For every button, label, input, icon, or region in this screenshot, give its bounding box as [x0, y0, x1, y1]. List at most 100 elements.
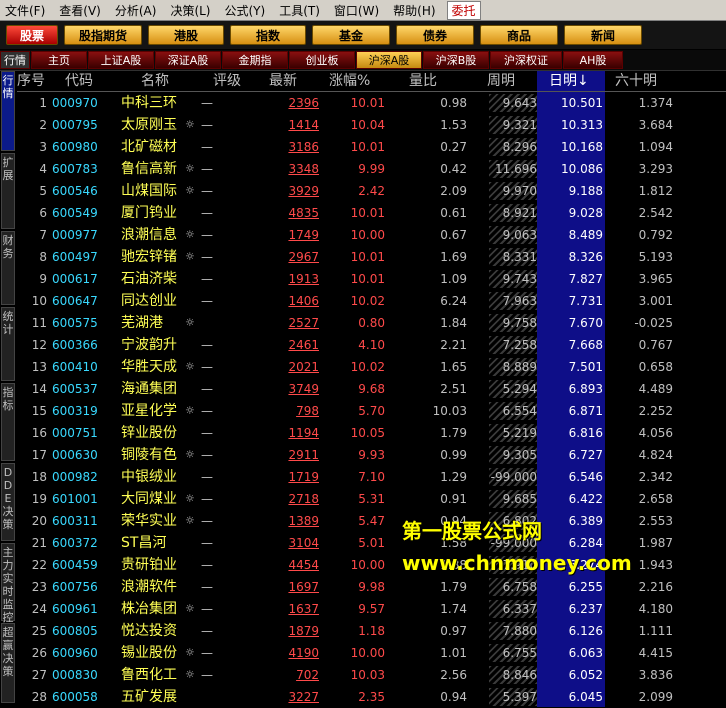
market-tab-6[interactable]: 沪深A股: [356, 51, 422, 69]
table-row[interactable]: 12 600366 宁波韵升 — 2461 4.10 2.21 7.258 7.668 0.767: [17, 334, 726, 356]
table-row[interactable]: 1 000970 中科三环 — 2396 10.01 0.98 9.643 10.501 1.37…: [17, 92, 726, 114]
table-row[interactable]: 5 600546 山煤国际 ☼ — 3929 2.42 2.09 9.970 9.188 1.812: [17, 180, 726, 202]
stock-name: 华胜天成: [121, 359, 177, 375]
category-button-6[interactable]: 商品: [480, 25, 558, 45]
menu-item-1[interactable]: 查看(V): [54, 2, 110, 19]
market-tab-5[interactable]: 创业板: [289, 51, 355, 69]
column-header-2[interactable]: 名称: [141, 71, 169, 91]
side-tab-1[interactable]: 扩展: [1, 153, 15, 229]
side-tab-4[interactable]: 指标: [1, 383, 15, 461]
side-tab-7[interactable]: 超赢决策: [1, 623, 15, 703]
row-index: 9: [39, 272, 47, 286]
column-header-7[interactable]: 周明: [487, 71, 515, 91]
table-row[interactable]: 10 600647 同达创业 — 1406 10.02 6.24 7.963 7.731 3.00…: [17, 290, 726, 312]
menu-item-0[interactable]: 文件(F): [0, 2, 54, 19]
market-tab-8[interactable]: 沪深权证: [490, 51, 562, 69]
category-button-1[interactable]: 股指期货: [64, 25, 142, 45]
change-percent: 9.98: [358, 580, 385, 594]
table-row[interactable]: 13 600410 华胜天成 ☼ — 2021 10.02 1.65 8.889 7.501 0.6…: [17, 356, 726, 378]
table-row[interactable]: 11 600575 芜湖港 ☼ 2527 0.80 1.84 9.758 7.670 -0.025: [17, 312, 726, 334]
category-button-4[interactable]: 基金: [312, 25, 390, 45]
table-row[interactable]: 3 600980 北矿磁材 — 3186 10.01 0.27 8.296 10.168 1.09…: [17, 136, 726, 158]
table-row[interactable]: 18 000982 中银绒业 — 1719 7.10 1.29 -99.000 6.546 2.3…: [17, 466, 726, 488]
table-row[interactable]: 26 600960 锡业股份 ☼ — 4190 10.00 1.01 6.755 6.063 4.4…: [17, 642, 726, 664]
rating: —: [201, 228, 213, 242]
table-row[interactable]: 25 600805 悦达投资 — 1879 1.18 0.97 7.880 6.126 1.111: [17, 620, 726, 642]
sixty-value: 1.094: [638, 140, 673, 154]
week-value: 9.643: [502, 96, 537, 110]
menu-item-4[interactable]: 公式(Y): [220, 2, 275, 19]
category-button-3[interactable]: 指数: [230, 25, 306, 45]
sixty-value: 1.111: [638, 624, 673, 638]
table-row[interactable]: 7 000977 浪潮信息 ☼ — 1749 10.00 0.67 9.063 8.489 0.79…: [17, 224, 726, 246]
market-tab-3[interactable]: 深证A股: [155, 51, 221, 69]
table-row[interactable]: 19 601001 大同煤业 ☼ — 2718 5.31 0.91 9.685 6.422 2.65…: [17, 488, 726, 510]
sixty-value: 1.812: [638, 184, 673, 198]
table-row[interactable]: 8 600497 驰宏锌锗 ☼ — 2967 10.01 1.69 8.331 8.326 5.19…: [17, 246, 726, 268]
row-index: 27: [31, 668, 47, 682]
star-mark: ☼: [185, 404, 195, 417]
table-row[interactable]: 20 600311 荣华实业 ☼ —1389 5.47 0.94 6.802 6.389 2.55…: [17, 510, 726, 532]
table-row[interactable]: 9 000617 石油济柴 — 1913 10.01 1.09 9.743 7.827 3.965: [17, 268, 726, 290]
table-row[interactable]: 16 000751 锌业股份 — 1194 10.05 1.79 5.219 6.816 4.05…: [17, 422, 726, 444]
stock-code: 600805: [52, 624, 98, 638]
menu-item-3[interactable]: 决策(L): [165, 2, 219, 19]
side-tab-2[interactable]: 财务: [1, 231, 15, 305]
market-tab-0[interactable]: 行情: [0, 51, 30, 69]
sixty-value: 3.684: [638, 118, 673, 132]
table-row[interactable]: 17 000630 铜陵有色 ☼ — 2911 9.93 0.99 9.305 6.727 4.82…: [17, 444, 726, 466]
rating: —: [201, 294, 213, 308]
rating: —: [201, 272, 213, 286]
rating: —: [201, 448, 213, 462]
table-row[interactable]: 24 600961 株冶集团 ☼ — 1637 9.57 1.74 6.337 6.237 4.18…: [17, 598, 726, 620]
market-tab-4[interactable]: 金期指: [222, 51, 288, 69]
week-value: 8.846: [502, 668, 537, 682]
column-header-8[interactable]: 日明↓: [549, 71, 589, 91]
table-row[interactable]: 23 600756 浪潮软件 — 1697 9.98 1.79 6.758 6.255 2.216: [17, 576, 726, 598]
table-row[interactable]: 14 600537 海通集团 — 3749 9.68 2.51 5.294 6.893 4.489: [17, 378, 726, 400]
table-row[interactable]: 2 000795 太原刚玉 ☼ — 1414 10.04 1.53 9.321 10.313 3.6…: [17, 114, 726, 136]
table-row[interactable]: 27 000830 鲁西化工 ☼ — 702 10.03 2.56 8.846 6.052 3.83…: [17, 664, 726, 686]
table-row[interactable]: 4 600783 鲁信高新 ☼ — 3348 9.99 0.42 11.696 10.086 3.2…: [17, 158, 726, 180]
market-tab-2[interactable]: 上证A股: [88, 51, 154, 69]
column-header-5[interactable]: 涨幅%: [329, 71, 370, 91]
side-tab-3[interactable]: 统计: [1, 307, 15, 381]
category-button-5[interactable]: 债券: [396, 25, 474, 45]
star-mark: ☼: [185, 514, 195, 527]
category-button-0[interactable]: 股票: [6, 25, 58, 45]
table-row[interactable]: 28 600058 五矿发展 3227 2.35 0.94 5.397 6.045 2.099: [17, 686, 726, 708]
stock-name: 锌业股份: [121, 425, 177, 441]
side-tab-6[interactable]: 主力实时监控: [1, 543, 15, 624]
side-tab-0[interactable]: 行情: [1, 71, 15, 151]
sixty-value: 0.658: [638, 360, 673, 374]
side-tab-5[interactable]: DDE决策: [1, 463, 15, 541]
stock-name: 驰宏锌锗: [121, 249, 177, 265]
stock-code: 600960: [52, 646, 98, 660]
category-button-2[interactable]: 港股: [148, 25, 224, 45]
table-row[interactable]: 6 600549 厦门钨业 — 4835 10.01 0.61 8.921 9.028 2.542: [17, 202, 726, 224]
column-header-1[interactable]: 代码: [65, 71, 93, 91]
row-index: 1: [39, 96, 47, 110]
column-header-6[interactable]: 量比: [409, 71, 437, 91]
last-price: 2396: [288, 96, 319, 110]
week-value: 9.743: [502, 272, 537, 286]
column-header-4[interactable]: 最新: [269, 71, 297, 91]
table-row[interactable]: 15 600319 亚星化学 ☼ — 798 5.70 10.03 6.554 6.871 2.25…: [17, 400, 726, 422]
market-tab-7[interactable]: 沪深B股: [423, 51, 489, 69]
market-tab-1[interactable]: 主页: [31, 51, 87, 69]
menu-item-8[interactable]: 委托: [446, 0, 481, 20]
change-percent: 10.02: [350, 294, 385, 308]
stock-name: 太原刚玉: [121, 117, 177, 133]
menu-item-5[interactable]: 工具(T): [274, 2, 329, 19]
rating: —: [201, 470, 213, 484]
column-header-9[interactable]: 六十明: [615, 71, 657, 91]
category-button-7[interactable]: 新闻: [564, 25, 642, 45]
column-header-3[interactable]: 评级: [213, 71, 241, 91]
stock-code: 600756: [52, 580, 98, 594]
menu-item-6[interactable]: 窗口(W): [329, 2, 388, 19]
market-tab-9[interactable]: AH股: [563, 51, 623, 69]
column-header-0[interactable]: 序号: [17, 71, 45, 91]
menu-item-2[interactable]: 分析(A): [110, 2, 166, 19]
week-value: 9.685: [502, 492, 537, 506]
menu-item-7[interactable]: 帮助(H): [388, 2, 444, 19]
